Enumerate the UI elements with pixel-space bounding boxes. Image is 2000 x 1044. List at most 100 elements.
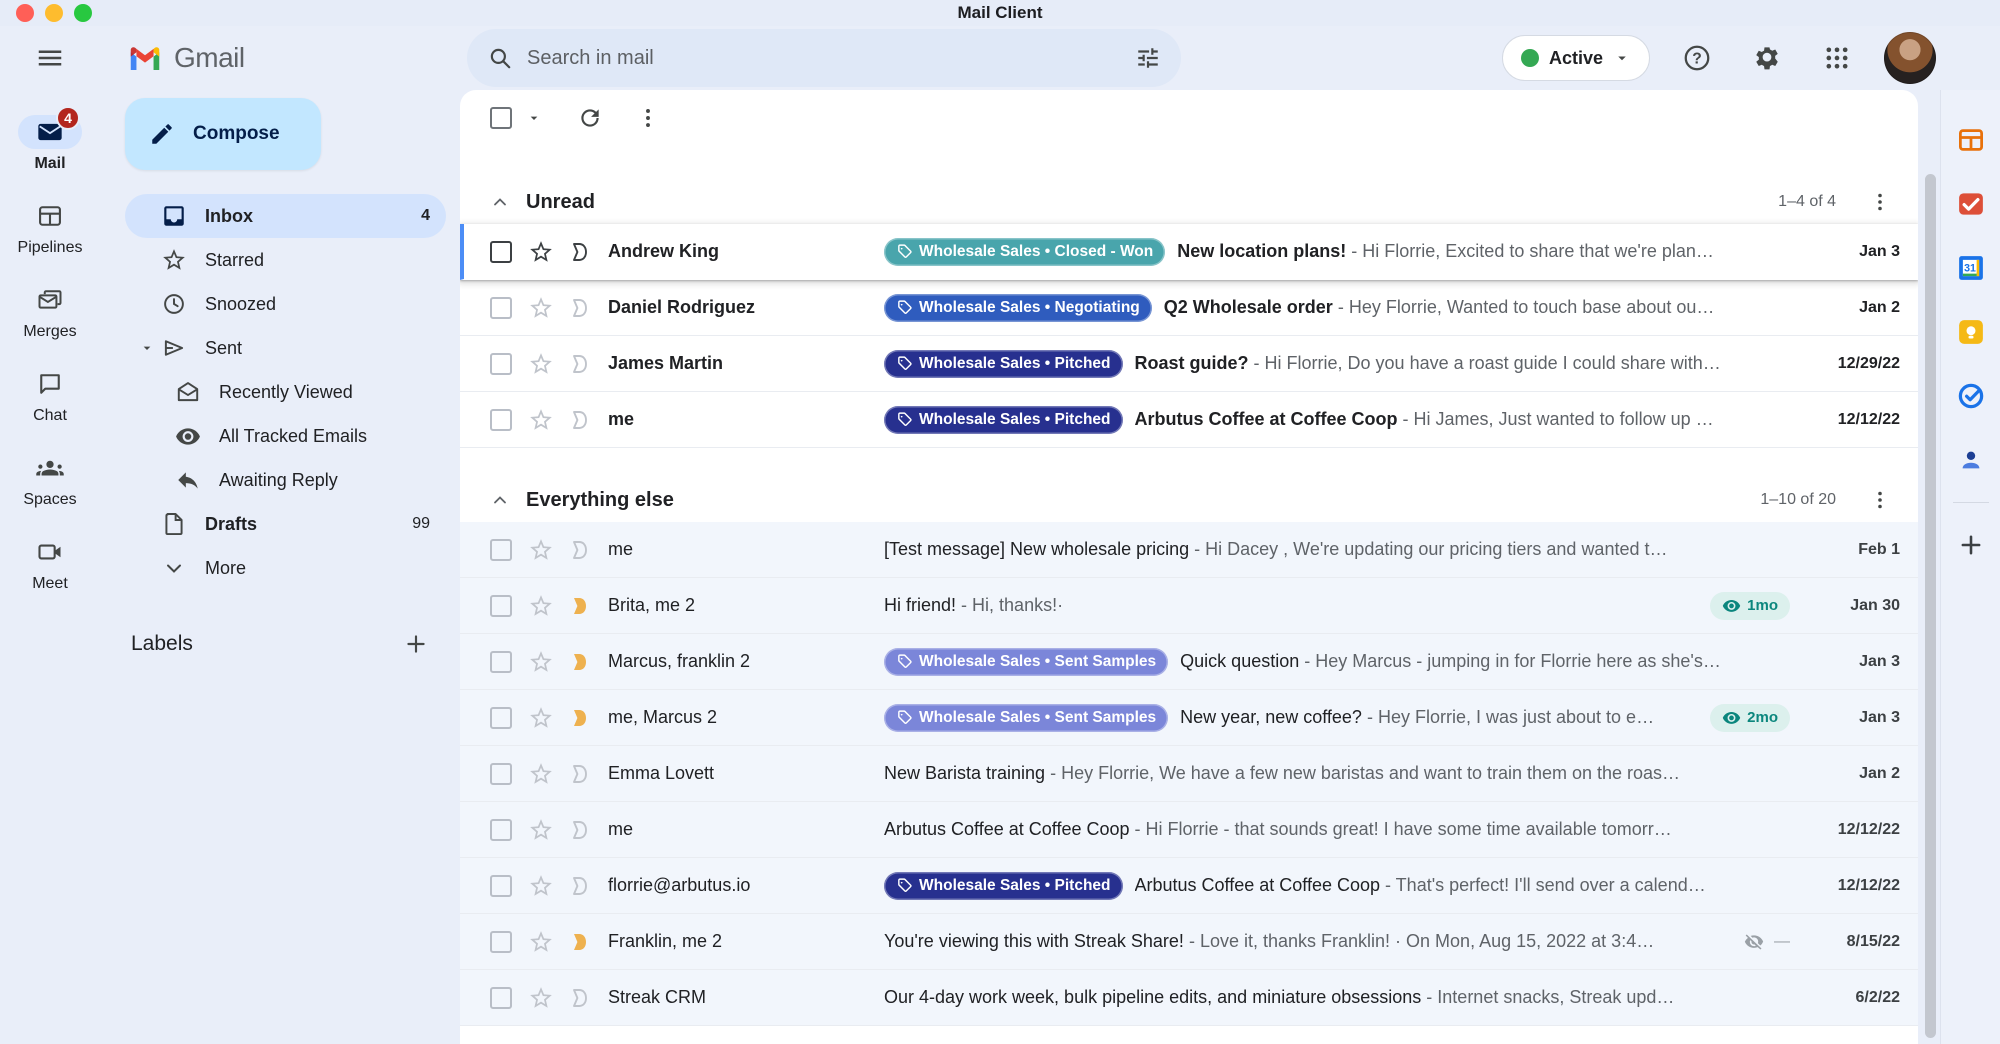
- email-row[interactable]: me, Marcus 2 Wholesale Sales • Sent Samp…: [460, 690, 1918, 746]
- section-more-button[interactable]: [1858, 478, 1902, 522]
- star-icon[interactable]: [528, 761, 554, 787]
- status-dropdown[interactable]: Active: [1502, 35, 1650, 81]
- star-icon[interactable]: [528, 407, 554, 433]
- pipeline-stage-badge[interactable]: Wholesale Sales • Pitched: [884, 872, 1123, 900]
- star-icon[interactable]: [528, 873, 554, 899]
- folder-snoozed[interactable]: Snoozed: [125, 282, 446, 326]
- email-row[interactable]: me Wholesale Sales • Pitched Arbutus Cof…: [460, 392, 1918, 448]
- user-avatar[interactable]: [1884, 32, 1936, 84]
- streak-box-icon[interactable]: [568, 986, 592, 1010]
- email-row[interactable]: Emma Lovett New Barista training - Hey F…: [460, 746, 1918, 802]
- email-row[interactable]: Andrew King Wholesale Sales • Closed - W…: [460, 224, 1918, 280]
- streak-box-icon[interactable]: [568, 706, 592, 730]
- streak-box-icon[interactable]: [568, 818, 592, 842]
- email-row[interactable]: Brita, me 2 Hi friend! - Hi, thanks!· 1m…: [460, 578, 1918, 634]
- email-row[interactable]: James Martin Wholesale Sales • Pitched R…: [460, 336, 1918, 392]
- row-checkbox[interactable]: [490, 409, 512, 431]
- row-checkbox[interactable]: [490, 987, 512, 1009]
- settings-button[interactable]: [1744, 35, 1790, 81]
- row-checkbox[interactable]: [490, 931, 512, 953]
- folder-recently-viewed[interactable]: Recently Viewed: [125, 370, 446, 414]
- pipeline-stage-badge[interactable]: Wholesale Sales • Sent Samples: [884, 648, 1168, 676]
- star-icon[interactable]: [528, 929, 554, 955]
- star-icon[interactable]: [528, 705, 554, 731]
- streak-box-icon[interactable]: [568, 296, 592, 320]
- streak-box-icon[interactable]: [568, 930, 592, 954]
- star-icon[interactable]: [528, 351, 554, 377]
- row-checkbox[interactable]: [490, 353, 512, 375]
- addon-google-tasks[interactable]: [1955, 380, 1987, 412]
- streak-box-icon[interactable]: [568, 240, 592, 264]
- addon-google-calendar[interactable]: 31: [1955, 252, 1987, 284]
- compose-button[interactable]: Compose: [125, 98, 321, 170]
- pipeline-stage-badge[interactable]: Wholesale Sales • Sent Samples: [884, 704, 1168, 732]
- star-icon[interactable]: [528, 817, 554, 843]
- streak-box-icon[interactable]: [568, 538, 592, 562]
- folder-sent[interactable]: Sent: [125, 326, 446, 370]
- pipeline-stage-badge[interactable]: Wholesale Sales • Closed - Won: [884, 238, 1165, 266]
- help-button[interactable]: ?: [1674, 35, 1720, 81]
- collapse-section-button[interactable]: [490, 490, 510, 510]
- pipeline-stage-badge[interactable]: Wholesale Sales • Negotiating: [884, 294, 1152, 322]
- star-icon[interactable]: [528, 239, 554, 265]
- search-icon[interactable]: [487, 45, 513, 71]
- google-apps-button[interactable]: [1814, 35, 1860, 81]
- row-checkbox[interactable]: [490, 651, 512, 673]
- star-icon[interactable]: [528, 537, 554, 563]
- folder-starred[interactable]: Starred: [125, 238, 446, 282]
- streak-box-icon[interactable]: [568, 762, 592, 786]
- search-input[interactable]: [513, 47, 1125, 70]
- rail-item-spaces[interactable]: Spaces: [0, 438, 100, 522]
- addon-google-keep[interactable]: [1955, 316, 1987, 348]
- row-checkbox[interactable]: [490, 595, 512, 617]
- search-options-button[interactable]: [1125, 35, 1171, 81]
- streak-box-icon[interactable]: [568, 594, 592, 618]
- rail-item-merges[interactable]: Merges: [0, 270, 100, 354]
- pipeline-stage-badge[interactable]: Wholesale Sales • Pitched: [884, 406, 1123, 434]
- email-row[interactable]: me [Test message] New wholesale pricing …: [460, 522, 1918, 578]
- addon-get-addons[interactable]: [1955, 529, 1987, 561]
- star-icon[interactable]: [528, 593, 554, 619]
- rail-item-chat[interactable]: Chat: [0, 354, 100, 438]
- refresh-button[interactable]: [568, 96, 612, 140]
- rail-item-mail[interactable]: 4 Mail: [0, 102, 100, 186]
- email-row[interactable]: Marcus, franklin 2 Wholesale Sales • Sen…: [460, 634, 1918, 690]
- email-row[interactable]: Daniel Rodriguez Wholesale Sales • Negot…: [460, 280, 1918, 336]
- row-checkbox[interactable]: [490, 763, 512, 785]
- folder-drafts[interactable]: Drafts 99: [125, 502, 446, 546]
- section-more-button[interactable]: [1858, 180, 1902, 224]
- rail-item-pipelines[interactable]: Pipelines: [0, 186, 100, 270]
- hamburger-menu-button[interactable]: [26, 34, 74, 82]
- row-checkbox[interactable]: [490, 819, 512, 841]
- row-checkbox[interactable]: [490, 707, 512, 729]
- streak-box-icon[interactable]: [568, 650, 592, 674]
- email-tracking-pill[interactable]: 1mo: [1710, 592, 1790, 620]
- search-bar[interactable]: [467, 29, 1181, 87]
- addon-streak-mail[interactable]: [1955, 188, 1987, 220]
- list-scrollbar[interactable]: [1925, 174, 1936, 1038]
- create-label-button[interactable]: [396, 624, 436, 664]
- addon-streak-pipelines[interactable]: [1955, 124, 1987, 156]
- collapse-section-button[interactable]: [490, 192, 510, 212]
- streak-box-icon[interactable]: [568, 352, 592, 376]
- folder-awaiting-reply[interactable]: Awaiting Reply: [125, 458, 446, 502]
- email-tracking-pill[interactable]: 2mo: [1710, 704, 1790, 732]
- email-row[interactable]: me Arbutus Coffee at Coffee Coop - Hi Fl…: [460, 802, 1918, 858]
- email-row[interactable]: Franklin, me 2 You're viewing this with …: [460, 914, 1918, 970]
- folder-inbox[interactable]: Inbox 4: [125, 194, 446, 238]
- star-icon[interactable]: [528, 295, 554, 321]
- folder-more[interactable]: More: [125, 546, 446, 590]
- folder-all-tracked-emails[interactable]: All Tracked Emails: [125, 414, 446, 458]
- star-icon[interactable]: [528, 649, 554, 675]
- row-checkbox[interactable]: [490, 241, 512, 263]
- select-dropdown-caret-icon[interactable]: [526, 110, 542, 126]
- row-checkbox[interactable]: [490, 875, 512, 897]
- email-row[interactable]: florrie@arbutus.io Wholesale Sales • Pit…: [460, 858, 1918, 914]
- row-checkbox[interactable]: [490, 539, 512, 561]
- streak-box-icon[interactable]: [568, 874, 592, 898]
- streak-box-icon[interactable]: [568, 408, 592, 432]
- email-row[interactable]: Streak CRM Our 4-day work week, bulk pip…: [460, 970, 1918, 1026]
- star-icon[interactable]: [528, 985, 554, 1011]
- select-all-checkbox[interactable]: [490, 107, 512, 129]
- more-options-button[interactable]: [626, 96, 670, 140]
